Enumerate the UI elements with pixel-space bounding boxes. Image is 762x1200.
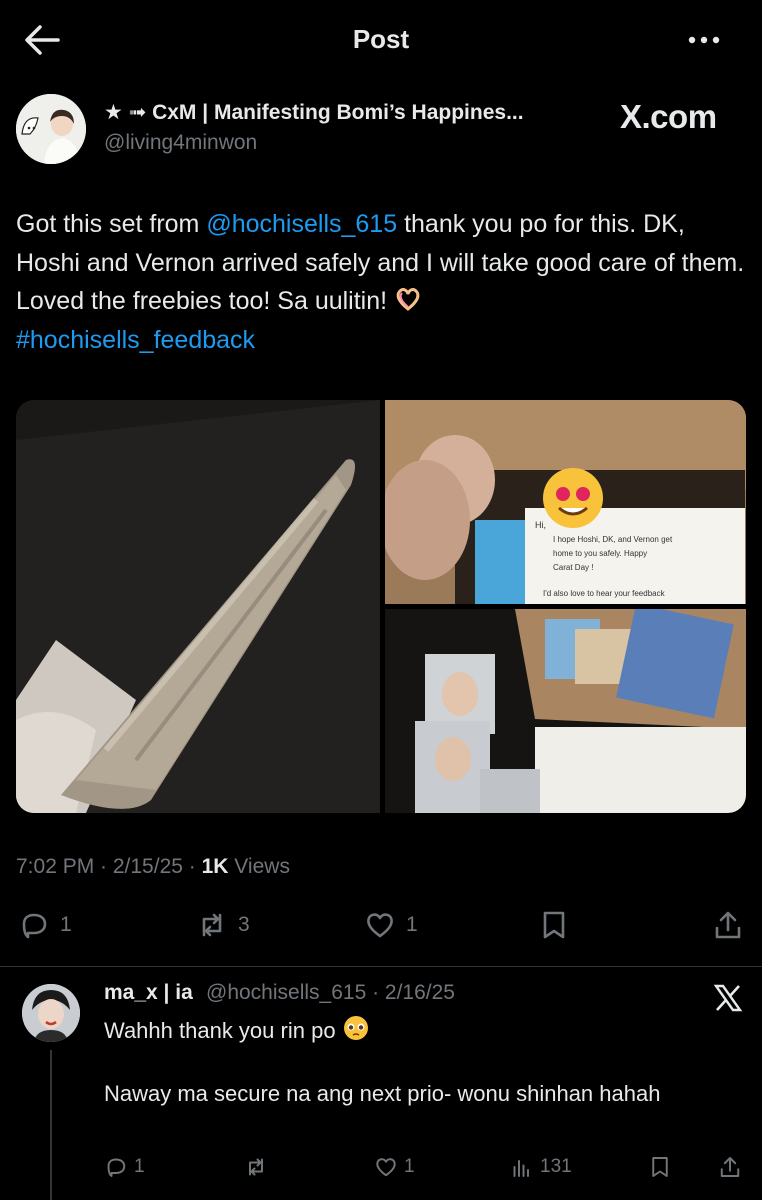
- repost-count: 3: [238, 913, 250, 936]
- views-chart-icon: [513, 1160, 529, 1177]
- reply-icon: [107, 1158, 126, 1177]
- views-label: Views: [228, 855, 290, 878]
- heart-icon: [367, 913, 393, 938]
- photo-cards[interactable]: [385, 603, 746, 813]
- reply-display-name[interactable]: ma_x | ia: [104, 981, 193, 1005]
- reply-text-line1: Wahhh thank you rin po: [104, 1014, 370, 1044]
- reply-icon: [22, 913, 47, 939]
- reply-views-count: 131: [540, 1156, 572, 1177]
- reply-count: 1: [60, 913, 72, 936]
- author-display-name[interactable]: ★ ➟ CxM | Manifesting Bomi’s Happines...: [104, 100, 524, 125]
- more-options-icon[interactable]: [684, 26, 724, 54]
- post-text: Got this set from @hochisells_615 thank …: [16, 205, 751, 359]
- note-line: Carat Day !: [553, 563, 593, 572]
- reply-like-count: 1: [404, 1156, 415, 1177]
- share-button[interactable]: [712, 908, 744, 942]
- bookmark-icon: [543, 911, 565, 939]
- note-line: I hope Hoshi, DK, and Vernon get: [553, 535, 673, 544]
- note-line: I'd also love to hear your feedback: [543, 589, 666, 598]
- photo-bubble-wrap[interactable]: [16, 400, 380, 813]
- post-timestamp-views: 7:02 PM · 2/15/25 · 1K Views: [16, 855, 290, 879]
- reply-reply-button[interactable]: 1: [104, 1154, 145, 1180]
- like-button[interactable]: 1: [364, 908, 418, 942]
- like-count: 1: [406, 913, 418, 936]
- note-line: home to you safely. Happy: [553, 549, 647, 558]
- media-grid[interactable]: Hi, I hope Hoshi, DK, and Vernon get hom…: [16, 400, 746, 813]
- photo-box-note[interactable]: Hi, I hope Hoshi, DK, and Vernon get hom…: [380, 400, 746, 604]
- share-icon: [715, 911, 741, 939]
- reply-text: Wahhh thank you rin po: [104, 1018, 342, 1043]
- reply-avatar[interactable]: [22, 984, 80, 1042]
- reply-text-line2: Naway ma secure na ang next prio- wonu s…: [104, 1081, 661, 1106]
- reply-button[interactable]: 1: [18, 908, 72, 942]
- author-avatar[interactable]: [16, 94, 86, 164]
- reply-repost-button[interactable]: [244, 1154, 268, 1180]
- divider: [0, 966, 762, 967]
- hashtag-link[interactable]: #hochisells_feedback: [16, 326, 255, 354]
- post-text-part: Got this set from: [16, 210, 207, 238]
- watermark-xcom: X.com: [620, 98, 717, 135]
- bookmark-button[interactable]: [538, 908, 570, 942]
- top-bar: Post: [0, 0, 762, 80]
- views-count: 1K: [201, 855, 229, 878]
- thread-line: [50, 1050, 52, 1200]
- reply-share-button[interactable]: [718, 1154, 742, 1180]
- heart-hands-emoji-icon: [396, 288, 420, 311]
- note-line: Hi,: [535, 520, 546, 530]
- mention-link[interactable]: @hochisells_615: [206, 210, 397, 238]
- author-handle[interactable]: @living4minwon: [104, 131, 257, 155]
- page-title: Post: [352, 24, 410, 54]
- reply-views-button[interactable]: 131: [510, 1154, 572, 1180]
- heart-icon: [376, 1158, 396, 1177]
- repost-icon: [249, 1158, 263, 1176]
- reply-bookmark-button[interactable]: [648, 1154, 672, 1180]
- reply-reply-count: 1: [134, 1156, 145, 1177]
- share-icon: [720, 1157, 740, 1177]
- post-time: 7:02 PM · 2/15/25 ·: [16, 855, 202, 878]
- bookmark-icon: [652, 1157, 668, 1177]
- pleading-face-emoji-icon: [343, 1016, 368, 1040]
- repost-button[interactable]: 3: [196, 908, 250, 942]
- reply-like-button[interactable]: 1: [374, 1154, 415, 1180]
- x-logo-icon: [713, 984, 743, 1012]
- repost-icon: [202, 913, 222, 937]
- reply-handle-time[interactable]: @hochisells_615 · 2/16/25: [206, 981, 455, 1005]
